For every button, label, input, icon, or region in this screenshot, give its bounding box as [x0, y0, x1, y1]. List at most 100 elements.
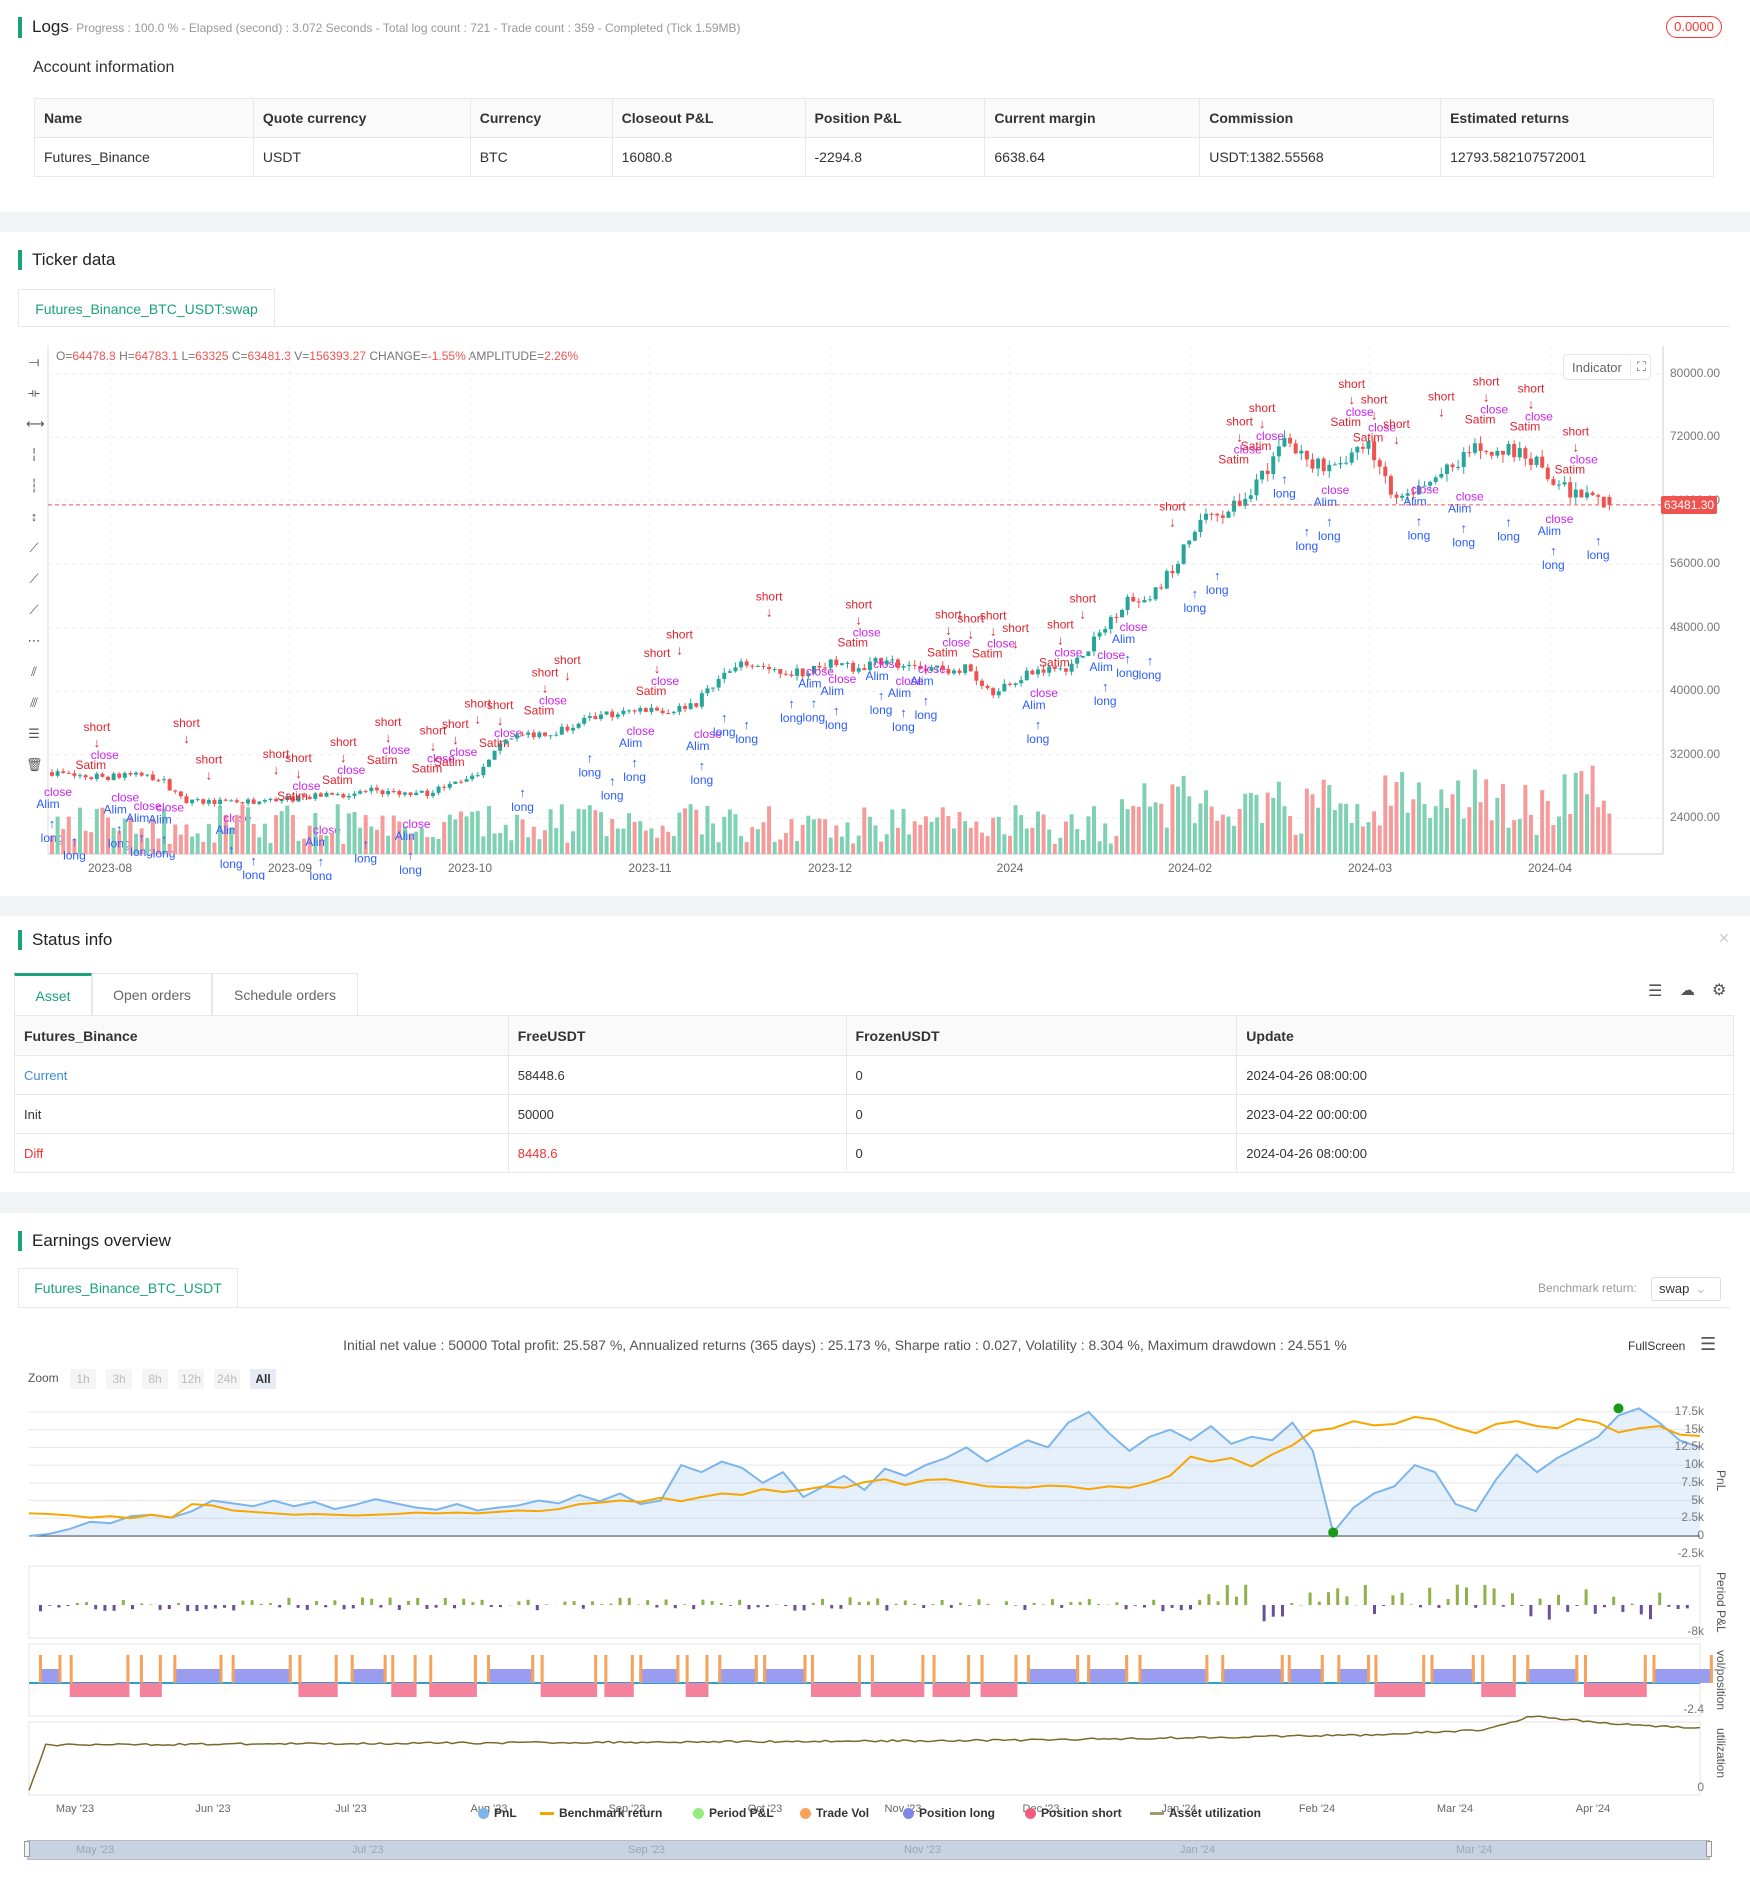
volume-bar [582, 809, 587, 854]
candle-body [1304, 450, 1309, 460]
volume-bar [274, 815, 279, 854]
volume-bar [1080, 840, 1085, 854]
candle-body [1601, 496, 1606, 508]
candle-body [890, 659, 895, 661]
period-pnl-bar [1483, 1584, 1487, 1605]
period-pnl-bar [591, 1601, 594, 1605]
long-marker-label: long [735, 732, 758, 746]
candle-body [1148, 599, 1153, 601]
trade-vol-bar [487, 1655, 491, 1683]
navigator-right-handle[interactable] [1706, 1841, 1712, 1857]
candle-body [1041, 669, 1046, 673]
period-pnl-bar [1051, 1599, 1054, 1605]
volume-bar [1506, 827, 1511, 854]
zoom-3h-button[interactable]: 3h [106, 1369, 132, 1389]
volume-bar [285, 805, 290, 854]
period-pnl-bar [563, 1601, 567, 1605]
zoom-All-button[interactable]: All [250, 1369, 276, 1389]
close-icon[interactable]: ✕ [1718, 930, 1730, 947]
candle-body [257, 801, 262, 804]
period-pnl-bar [1511, 1593, 1514, 1605]
candle-body [246, 799, 251, 804]
candle-body [1063, 668, 1068, 672]
volume-bar [1024, 828, 1029, 854]
candle-body [117, 773, 122, 778]
period-pnl-bar [867, 1601, 870, 1605]
zoom-1h-button[interactable]: 1h [70, 1369, 96, 1389]
candle-body [1204, 513, 1209, 520]
short-marker-label: short [666, 628, 693, 642]
candle-body [139, 772, 144, 776]
position-short-bar [1583, 1683, 1647, 1697]
menu-icon[interactable]: ☰ [1700, 1334, 1716, 1355]
satim-marker-label: Satim [1465, 413, 1496, 427]
cloud-download-icon[interactable]: ☁ [1680, 981, 1695, 999]
period-pnl-bar [66, 1605, 70, 1607]
volume-bar [985, 836, 990, 854]
position-long-bar [487, 1669, 535, 1683]
candle-body [1556, 484, 1561, 486]
list-icon[interactable]: ☰ [1648, 981, 1662, 1001]
tab-underline [18, 1307, 1730, 1308]
volume-bar [1316, 807, 1321, 854]
candle-body [486, 759, 491, 767]
asset-cell[interactable]: Current [14, 1055, 509, 1095]
volume-bar [778, 839, 783, 854]
short-marker-label: short [330, 735, 357, 749]
position-short-bar [429, 1683, 477, 1697]
volume-bar [78, 807, 83, 854]
zoom-8h-button[interactable]: 8h [142, 1369, 168, 1389]
zoom-12h-button[interactable]: 12h [178, 1369, 204, 1389]
navigator-left-handle[interactable] [24, 1841, 30, 1857]
candle-body [571, 727, 575, 731]
tab-asset[interactable]: Asset [14, 973, 92, 1015]
position-short-bar [810, 1683, 861, 1697]
period-pnl-bar [1336, 1588, 1340, 1605]
trade-vol-bar [967, 1655, 971, 1683]
volume-bar [1002, 834, 1007, 854]
benchmark-select[interactable]: swap ⌄ [1651, 1277, 1721, 1301]
tab-schedule-orders[interactable]: Schedule orders [212, 973, 358, 1015]
legend-item[interactable]: PnL [478, 1806, 517, 1820]
legend-item[interactable]: Position long [903, 1806, 995, 1820]
candle-body [985, 685, 990, 689]
volume-bar [1097, 841, 1102, 854]
period-pnl-bar [977, 1599, 981, 1605]
subchart-axis-title: vol/position [1714, 1650, 1728, 1711]
volume-bar [206, 824, 211, 854]
legend-item[interactable]: Position short [1025, 1806, 1122, 1820]
alim-marker-label: Alim [104, 803, 127, 817]
volume-bar [677, 812, 682, 854]
tab-open-orders[interactable]: Open orders [92, 973, 212, 1015]
period-pnl-bar [1023, 1605, 1027, 1610]
period-pnl-bar [1363, 1585, 1367, 1605]
legend-item[interactable]: Trade Vol [800, 1806, 869, 1820]
earnings-chart[interactable] [0, 1395, 1750, 1885]
volume-bar [1170, 784, 1175, 854]
candle-body [162, 779, 167, 781]
volume-bar [1153, 802, 1158, 854]
tab-ticker-swap[interactable]: Futures_Binance_BTC_USDT:swap [18, 289, 275, 327]
period-pnl-bar [1097, 1603, 1100, 1605]
long-marker-label: long [1183, 601, 1206, 615]
volume-bar [929, 821, 934, 854]
volume-bar [1416, 782, 1421, 854]
candle-body [397, 791, 402, 795]
tab-earnings-pair[interactable]: Futures_Binance_BTC_USDT [18, 1268, 238, 1307]
legend-item[interactable]: Asset utilization [1150, 1806, 1261, 1820]
fullscreen-icon[interactable]: ⛶ [1629, 359, 1646, 375]
volume-bar [212, 842, 217, 854]
indicator-button[interactable]: Indicator ⛶ [1563, 354, 1651, 380]
volume-bar [890, 809, 895, 854]
zoom-24h-button[interactable]: 24h [214, 1369, 240, 1389]
candlestick-chart[interactable]: ↑longAlimclose↑longshort↓closeSatim↑long… [0, 340, 1750, 880]
candle-body [1209, 513, 1214, 515]
legend-item[interactable]: Period P&L [693, 1806, 774, 1820]
benchmark-value: swap [1659, 1281, 1690, 1296]
gear-icon[interactable]: ⚙ [1712, 980, 1726, 1000]
legend-item[interactable]: Benchmark return [540, 1806, 662, 1820]
satim-marker-label: Satim [434, 755, 465, 769]
long-arrow-icon: ↑ [1102, 679, 1109, 694]
candle-body [1271, 456, 1276, 475]
fullscreen-button[interactable]: FullScreen [1628, 1339, 1685, 1353]
